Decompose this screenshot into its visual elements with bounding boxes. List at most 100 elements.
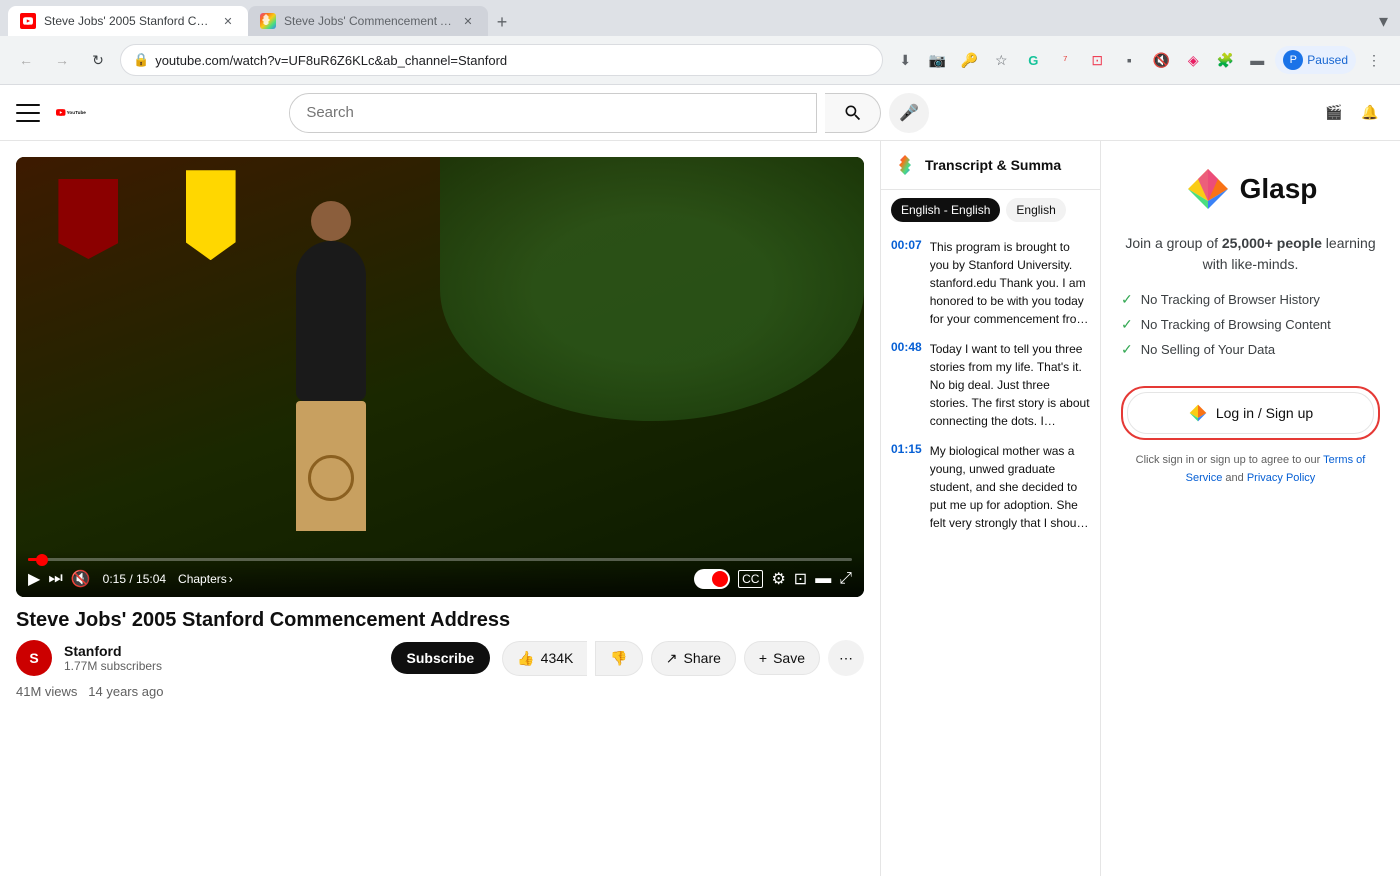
transcript-content: 00:07 This program is brought to you by …: [881, 230, 1100, 876]
trees-background: [440, 157, 864, 421]
pocket-icon[interactable]: ⊡: [1083, 46, 1111, 74]
person-head: [311, 201, 351, 241]
play-button[interactable]: ▶: [28, 569, 40, 589]
transcript-entry-0: 00:07 This program is brought to you by …: [891, 238, 1090, 328]
privacy-policy-link[interactable]: Privacy Policy: [1247, 472, 1315, 484]
video-section: ▶ ⏭ 🔇 0:15 / 15:04 Chapters ›: [0, 141, 880, 876]
notification-icon[interactable]: 🔔: [1356, 99, 1384, 127]
time-display: 0:15 / 15:04: [103, 572, 166, 586]
create-icon[interactable]: 🎬: [1320, 99, 1348, 127]
transcript-title: Transcript & Summa: [925, 157, 1061, 173]
fullscreen-button[interactable]: ⤢: [839, 570, 852, 588]
subscribe-button[interactable]: Subscribe: [391, 642, 491, 674]
search-input[interactable]: [290, 104, 816, 121]
extensions-icon[interactable]: 🧩: [1211, 46, 1239, 74]
feature-text-0: No Tracking of Browser History: [1141, 292, 1320, 307]
paused-status: Paused: [1307, 53, 1348, 67]
color-icon[interactable]: ◈: [1179, 46, 1207, 74]
profile-button[interactable]: P Paused: [1275, 46, 1356, 74]
glasp-name: Glasp: [1240, 173, 1318, 205]
reload-button[interactable]: ↻: [84, 46, 112, 74]
theater-button[interactable]: ▬: [815, 570, 831, 588]
avatar: P: [1283, 50, 1303, 70]
login-signup-button[interactable]: Log in / Sign up: [1127, 392, 1374, 434]
grammarly-icon[interactable]: G: [1019, 46, 1047, 74]
save-button[interactable]: + Save: [744, 641, 820, 675]
miniplayer-button[interactable]: ⊡: [794, 569, 807, 589]
transcript-header: Transcript & Summa: [881, 141, 1100, 190]
login-glasp-icon: [1188, 403, 1208, 423]
address-bar[interactable]: 🔒 youtube.com/watch?v=UF8uR6Z6KLc&ab_cha…: [120, 44, 883, 76]
hamburger-menu[interactable]: [16, 101, 40, 125]
search-button[interactable]: [825, 93, 881, 133]
toggle-dot: [712, 571, 728, 587]
timestamp-0[interactable]: 00:07: [891, 238, 922, 328]
tab-1-title: Steve Jobs' 2005 Stanford Co...: [44, 14, 212, 28]
channel-name[interactable]: Stanford: [64, 643, 379, 659]
cc-button[interactable]: CC: [738, 570, 763, 588]
video-title: Steve Jobs' 2005 Stanford Commencement A…: [16, 609, 864, 632]
time-total: 15:04: [136, 572, 166, 586]
svg-text:YouTube: YouTube: [67, 110, 86, 115]
forward-button[interactable]: →: [48, 46, 76, 74]
video-player[interactable]: ▶ ⏭ 🔇 0:15 / 15:04 Chapters ›: [16, 157, 864, 597]
share-icon: ↗: [666, 650, 678, 667]
lang-tab-0-label: English - English: [901, 203, 990, 217]
timestamp-1[interactable]: 00:48: [891, 340, 922, 430]
glasp-popup: Glasp Join a group of 25,000+ people lea…: [1100, 141, 1400, 876]
pp-text: Privacy Policy: [1247, 472, 1315, 484]
tab-menu-button[interactable]: ▾: [1375, 7, 1392, 36]
mute-icon[interactable]: 🔇: [1147, 46, 1175, 74]
lang-tab-english[interactable]: English: [1006, 198, 1065, 222]
hamburger-line-1: [16, 104, 40, 106]
mic-button[interactable]: 🎤: [889, 93, 929, 133]
channel-row: S Stanford 1.77M subscribers Subscribe 👍…: [16, 640, 864, 676]
timestamp-2[interactable]: 01:15: [891, 442, 922, 532]
like-button[interactable]: 👍 434K: [502, 641, 587, 676]
download-icon[interactable]: ⬇: [891, 46, 919, 74]
back-button[interactable]: ←: [12, 46, 40, 74]
glasp-logo-section: Glasp: [1184, 165, 1318, 213]
video-icon[interactable]: ▪: [1115, 46, 1143, 74]
header-right: 🎬 🔔: [1320, 99, 1384, 127]
next-button[interactable]: ⏭: [48, 570, 62, 588]
hamburger-line-2: [16, 112, 40, 114]
video-age: 14 years ago: [88, 684, 163, 699]
tab-2[interactable]: Steve Jobs' Commencement A... ✕: [248, 6, 488, 36]
extension-7-icon[interactable]: ⁷: [1051, 46, 1079, 74]
password-icon[interactable]: 🔑: [955, 46, 983, 74]
progress-bar[interactable]: [28, 558, 852, 561]
channel-avatar[interactable]: S: [16, 640, 52, 676]
feature-text-1: No Tracking of Browsing Content: [1141, 317, 1331, 332]
footer-prefix: Click sign in or sign up to agree to our: [1136, 454, 1321, 466]
share-button[interactable]: ↗ Share: [651, 641, 736, 676]
youtube-header: YouTube JP 🎤 🎬 🔔: [0, 85, 1400, 141]
chapters-button[interactable]: Chapters ›: [178, 572, 233, 586]
autoplay-toggle[interactable]: [694, 569, 730, 589]
sidebar-icon[interactable]: ▬: [1243, 46, 1271, 74]
language-tabs: English - English English: [881, 190, 1100, 230]
lang-tab-english-english[interactable]: English - English: [891, 198, 1000, 222]
tab-1[interactable]: Steve Jobs' 2005 Stanford Co... ✕: [8, 6, 248, 36]
glasp-diamond-logo: [1184, 165, 1232, 213]
feature-2: ✓ No Selling of Your Data: [1121, 341, 1380, 358]
volume-button[interactable]: 🔇: [71, 569, 91, 589]
flag-left: [58, 179, 118, 259]
camera-icon[interactable]: 📷: [923, 46, 951, 74]
dislike-icon: 👎: [610, 650, 627, 667]
dislike-button[interactable]: 👎: [595, 641, 642, 676]
tab-2-close[interactable]: ✕: [460, 13, 476, 29]
transcript-entry-2: 01:15 My biological mother was a young, …: [891, 442, 1090, 532]
more-button[interactable]: ⋯: [828, 640, 864, 676]
stage-podium: [296, 401, 366, 531]
check-icon-2: ✓: [1121, 341, 1133, 358]
tab-1-close[interactable]: ✕: [220, 13, 236, 29]
person-body: [296, 241, 366, 401]
youtube-logo[interactable]: YouTube JP: [56, 102, 86, 123]
main-content: ▶ ⏭ 🔇 0:15 / 15:04 Chapters ›: [0, 141, 1400, 876]
menu-icon[interactable]: ⋮: [1360, 46, 1388, 74]
settings-button[interactable]: ⚙: [771, 569, 785, 589]
bookmark-icon[interactable]: ☆: [987, 46, 1015, 74]
search-box: [289, 93, 817, 133]
new-tab-button[interactable]: +: [488, 8, 516, 36]
